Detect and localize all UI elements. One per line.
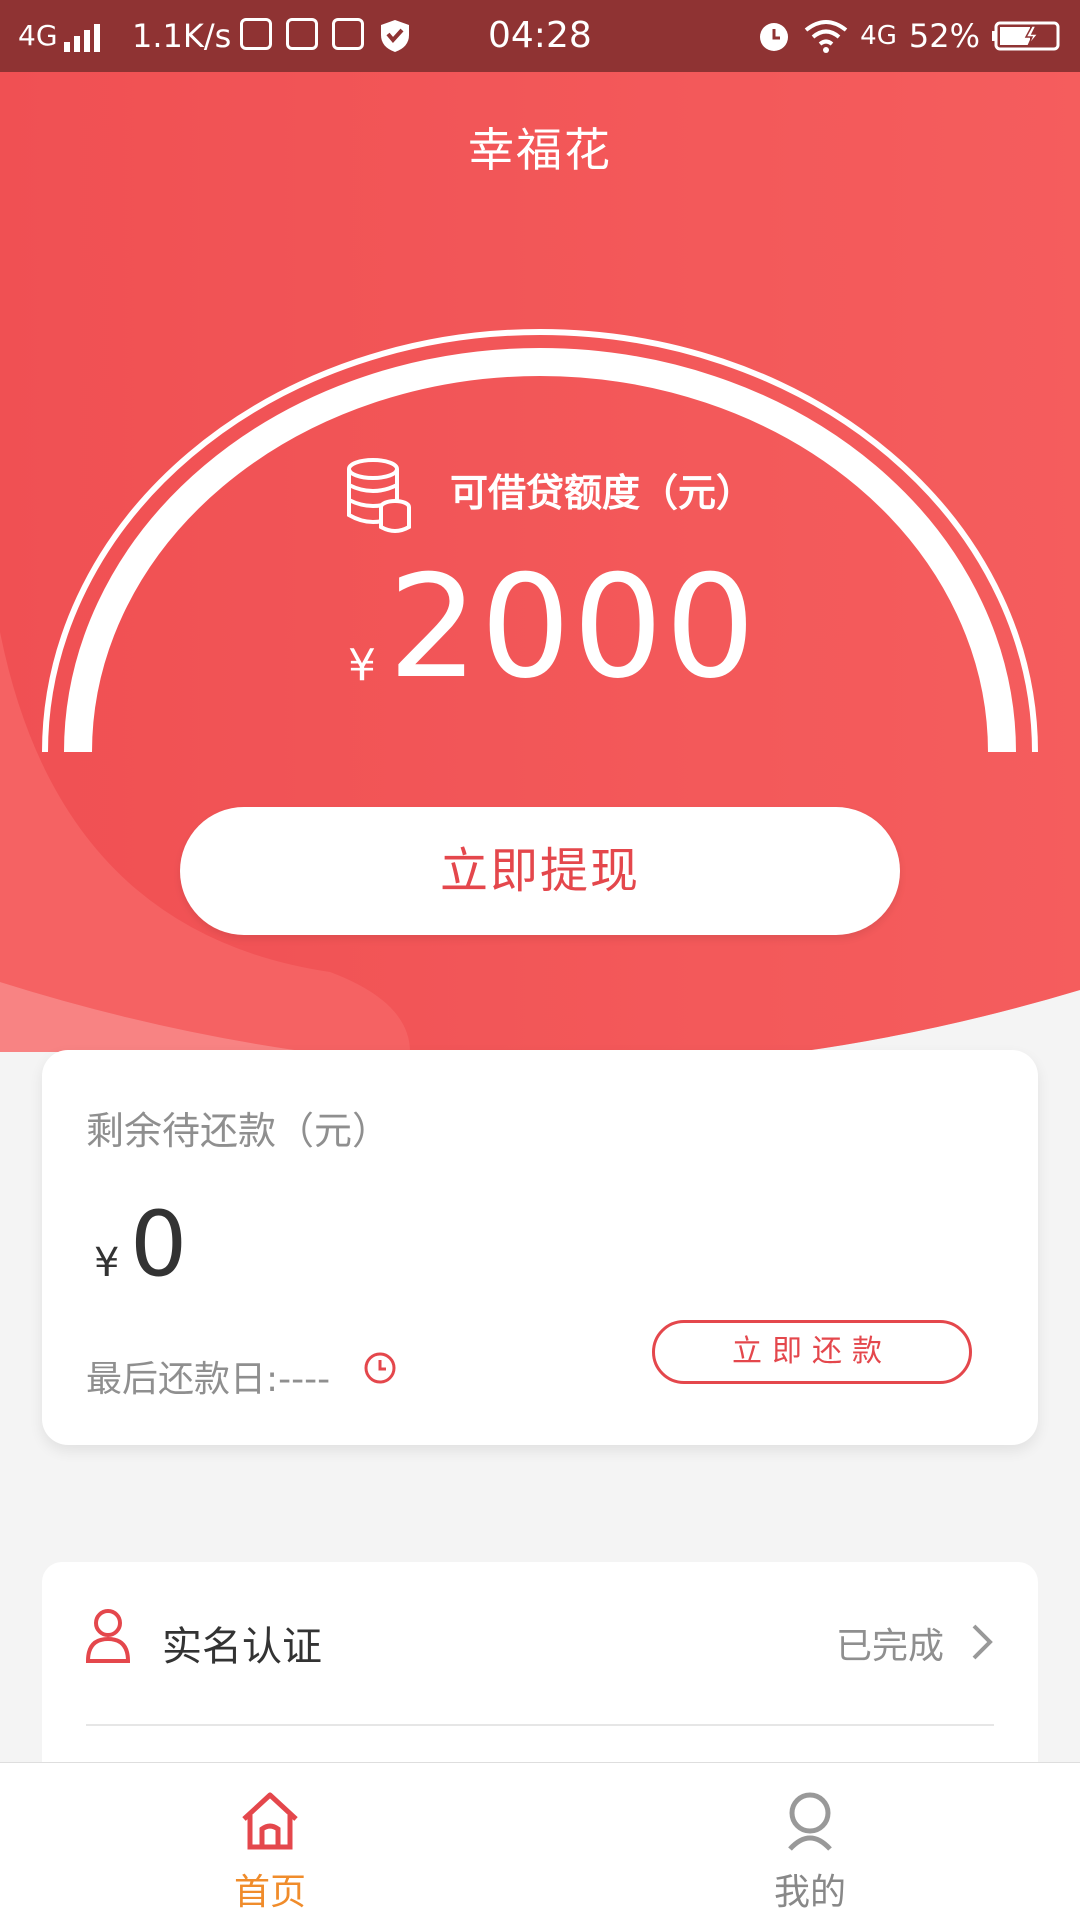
chevron-right-icon (972, 1624, 993, 1660)
clock-time: 04:28 (488, 15, 592, 56)
status-bar: 4G 1.1K/s 04:28 4G 52% (0, 0, 1080, 72)
list-item-label: 实名认证 (162, 1624, 322, 1670)
profile-icon (788, 1792, 832, 1851)
repay-button[interactable]: 立即还款 (652, 1320, 972, 1384)
battery-icon (992, 21, 1060, 51)
credit-label: 可借贷额度（元） (450, 471, 755, 515)
repayment-card: 剩余待还款（元） ¥ 0 最后还款日:---- 立即还款 (42, 1050, 1038, 1445)
signal-icon (64, 24, 100, 52)
network-type: 4G (18, 19, 58, 52)
repayment-amount: 0 (130, 1192, 188, 1297)
credit-amount: 2000 (388, 545, 758, 710)
repayment-currency: ¥ (94, 1240, 120, 1286)
notification-icons (240, 18, 412, 54)
list-item-status: 已完成 (835, 1626, 944, 1667)
home-icon (242, 1792, 298, 1850)
withdraw-button[interactable]: 立即提现 (180, 807, 900, 935)
app-notification-icon (332, 18, 364, 50)
clock-icon (364, 1352, 396, 1384)
network-speed: 1.1K/s (132, 17, 232, 55)
tab-label: 首页 (233, 1872, 306, 1913)
repayment-title: 剩余待还款（元） (86, 1109, 391, 1153)
app-title: 幸福花 (468, 123, 612, 177)
bottom-tab-bar: 首页 我的 (0, 1762, 1080, 1921)
hero-section: 幸福花 可借贷额度（元） ¥ 2000 立即提现 (0, 72, 1080, 1052)
person-icon (85, 1609, 131, 1663)
list-item-real-name-verification[interactable]: 实名认证 已完成 (42, 1562, 1038, 1724)
tab-profile[interactable]: 我的 (540, 1763, 1080, 1921)
network-type-right: 4G (860, 21, 897, 51)
divider (86, 1724, 994, 1726)
credit-currency: ¥ (348, 640, 376, 691)
app-notification-icon (240, 18, 272, 50)
coins-icon (347, 458, 411, 533)
wifi-icon (804, 20, 848, 53)
tab-home[interactable]: 首页 (0, 1763, 540, 1921)
battery-percent: 52% (908, 17, 980, 55)
alarm-icon (760, 23, 789, 51)
shield-icon (381, 20, 409, 52)
tab-label: 我的 (773, 1872, 846, 1913)
last-repayment-date: 最后还款日:---- (86, 1359, 331, 1400)
app-notification-icon (286, 18, 318, 50)
